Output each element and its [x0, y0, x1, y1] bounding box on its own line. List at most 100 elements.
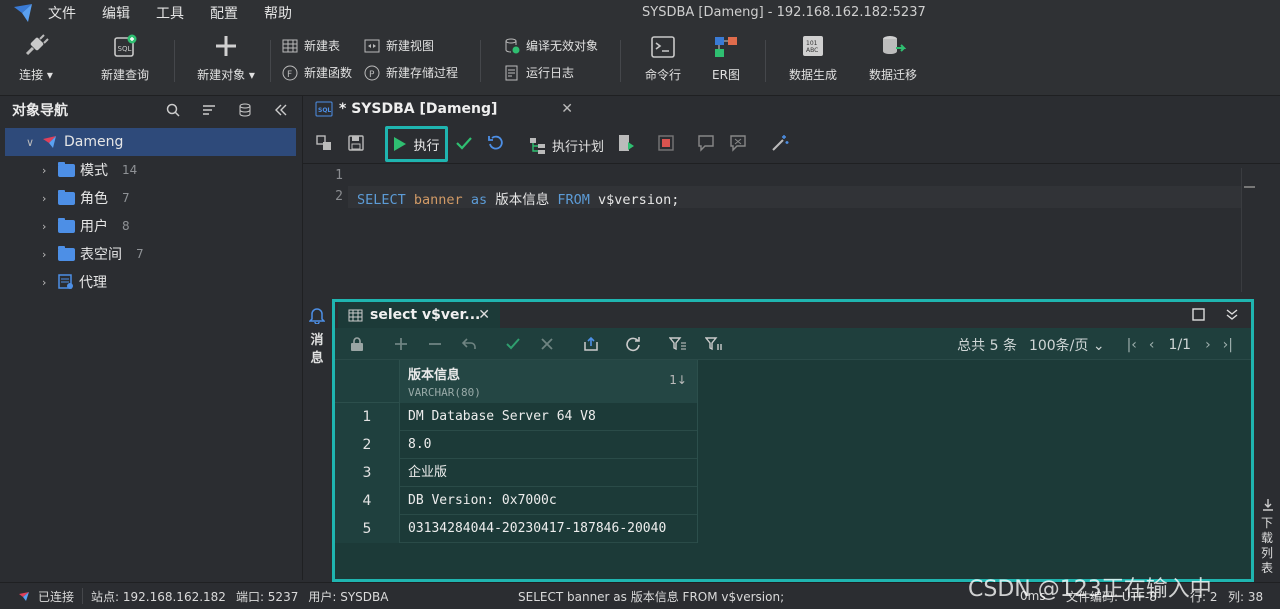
new-query-button[interactable]: SQL 新建查询: [96, 26, 154, 96]
er-diagram-button[interactable]: ER图: [706, 26, 746, 96]
column-type: VARCHAR(80): [408, 386, 481, 399]
download-list-tab[interactable]: 下 载 列 表: [1256, 300, 1280, 580]
status-sql: SELECT banner as 版本信息 FROM v$version;: [518, 589, 785, 604]
last-page-icon[interactable]: ›|: [1223, 337, 1233, 353]
chevron-right-icon[interactable]: ›: [42, 220, 46, 233]
menu-file[interactable]: 文件: [48, 3, 76, 23]
menu-edit[interactable]: 编辑: [102, 3, 130, 23]
result-panel: select v$ver... ✕ 总共 5 条 100条/页 ⌄ |‹ ‹ 1…: [332, 299, 1254, 582]
database-icon[interactable]: [238, 103, 252, 117]
svg-text:P: P: [369, 70, 375, 80]
editor-tab-title: * SYSDBA [Dameng]: [339, 101, 498, 117]
first-page-icon[interactable]: |‹: [1127, 337, 1137, 353]
table-row[interactable]: 3 企业版: [335, 459, 698, 487]
message-tab[interactable]: 消 息: [303, 300, 331, 380]
new-view-button[interactable]: 新建视图: [364, 37, 434, 54]
refresh-icon[interactable]: [625, 336, 641, 352]
magic-wand-icon[interactable]: [771, 134, 789, 152]
pager: 总共 5 条 100条/页 ⌄ |‹ ‹ 1/1 › ›|: [957, 335, 1233, 355]
commit-check-icon[interactable]: [505, 336, 521, 352]
comment-icon[interactable]: [697, 134, 715, 152]
close-icon[interactable]: ✕: [561, 101, 573, 117]
new-procedure-button[interactable]: P 新建存储过程: [364, 64, 458, 81]
menubar: 文件 编辑 工具 配置 帮助 SYSDBA [Dameng] - 192.168…: [0, 0, 1280, 26]
lock-icon[interactable]: [349, 336, 365, 352]
search-icon[interactable]: [166, 103, 180, 117]
menu-config[interactable]: 配置: [210, 3, 238, 23]
connect-label: 连接: [19, 68, 44, 82]
window-title: SYSDBA [Dameng] - 192.168.162.182:5237: [642, 5, 926, 20]
table-row[interactable]: 1 DM Database Server 64 V8: [335, 403, 698, 431]
check-icon[interactable]: [455, 134, 473, 152]
command-line-button[interactable]: 命令行: [640, 26, 686, 96]
menu-tools[interactable]: 工具: [156, 3, 184, 23]
menu-help[interactable]: 帮助: [264, 3, 292, 23]
code-line[interactable]: SELECT banner as 版本信息 FROM v$version;: [357, 188, 679, 208]
next-page-icon[interactable]: ›: [1205, 337, 1211, 353]
remove-row-icon[interactable]: [427, 336, 443, 352]
copy-format-icon[interactable]: [315, 134, 333, 152]
table-row[interactable]: 5 03134284044-20230417-187846-20040: [335, 515, 698, 543]
table-row[interactable]: 2 8.0: [335, 431, 698, 459]
run-button[interactable]: 执行: [385, 126, 448, 162]
data-migration-icon: [883, 36, 906, 54]
plus-icon: [216, 36, 236, 56]
column-position: 列: 38: [1228, 589, 1264, 604]
run-log-button[interactable]: 运行日志: [504, 64, 574, 81]
sql-editor[interactable]: 1 2 SELECT banner as 版本信息 FROM v$version…: [303, 164, 1255, 296]
add-row-icon[interactable]: [393, 336, 409, 352]
collapse-left-icon[interactable]: [274, 103, 288, 117]
execution-plan-button[interactable]: 执行计划: [529, 136, 604, 155]
chevron-right-icon[interactable]: ›: [42, 192, 46, 205]
chevron-down-icon[interactable]: ∨: [26, 136, 34, 149]
grid-icon: [348, 309, 363, 321]
run-script-icon[interactable]: [617, 134, 635, 152]
svg-text:101: 101: [806, 40, 818, 47]
filter-list-icon[interactable]: [202, 103, 216, 117]
data-migration-button[interactable]: 数据迁移: [864, 26, 922, 96]
chevron-right-icon[interactable]: ›: [42, 248, 46, 261]
result-tab[interactable]: select v$ver... ✕: [338, 302, 500, 328]
data-generation-icon: 101ABC: [803, 36, 823, 56]
new-function-button[interactable]: F 新建函数: [282, 64, 352, 81]
sql-file-icon: SQL: [315, 101, 333, 117]
revert-icon[interactable]: [461, 336, 477, 352]
cancel-icon[interactable]: [539, 336, 555, 352]
undo-icon[interactable]: [487, 134, 505, 152]
prev-page-icon[interactable]: ‹: [1149, 337, 1155, 353]
column-header[interactable]: 版本信息 VARCHAR(80) 1↓: [399, 360, 698, 403]
data-generation-button[interactable]: 101 ABC 数据生成: [784, 26, 842, 96]
chevron-double-down-icon[interactable]: [1225, 307, 1239, 321]
agent-icon: [58, 274, 73, 289]
tree-item-tablespace[interactable]: › 表空间 7: [0, 240, 302, 268]
maximize-icon[interactable]: [1192, 308, 1205, 321]
chevron-right-icon[interactable]: ›: [42, 164, 46, 177]
filter-icon[interactable]: [669, 336, 687, 352]
tree-item-user[interactable]: › 用户 8: [0, 212, 302, 240]
navigator-title: 对象导航: [12, 103, 68, 119]
page-size-select[interactable]: 100条/页 ⌄: [1029, 335, 1105, 355]
uncomment-icon[interactable]: [729, 134, 747, 152]
tree-item-dameng[interactable]: ∨ Dameng: [5, 128, 296, 156]
site-info: 站点: 192.168.162.182: [91, 589, 226, 604]
log-icon: [505, 65, 518, 80]
chevron-right-icon[interactable]: ›: [42, 276, 46, 289]
tree-item-role[interactable]: › 角色 7: [0, 184, 302, 212]
tree-item-schema[interactable]: › 模式 14: [0, 156, 302, 184]
new-object-button[interactable]: 新建对象 ▾: [193, 26, 259, 96]
table-row[interactable]: 4 DB Version: 0x7000c: [335, 487, 698, 515]
new-table-button[interactable]: 新建表: [282, 37, 340, 54]
sort-icon[interactable]: 1↓: [669, 373, 687, 387]
line-number: 1: [335, 168, 343, 183]
connect-button[interactable]: 连接 ▾: [16, 26, 56, 96]
stop-icon[interactable]: [657, 134, 675, 152]
clear-filter-icon[interactable]: [705, 336, 723, 352]
compile-invalid-button[interactable]: 编译无效对象: [504, 37, 598, 54]
editor-scrollbar[interactable]: [1241, 168, 1255, 292]
tree-item-agent[interactable]: › 代理: [0, 268, 302, 296]
save-icon[interactable]: [347, 134, 365, 152]
close-icon[interactable]: ✕: [478, 307, 490, 323]
editor-tab[interactable]: SQL * SYSDBA [Dameng] ✕: [303, 96, 583, 124]
folder-icon: [58, 245, 75, 261]
export-icon[interactable]: [583, 336, 599, 352]
